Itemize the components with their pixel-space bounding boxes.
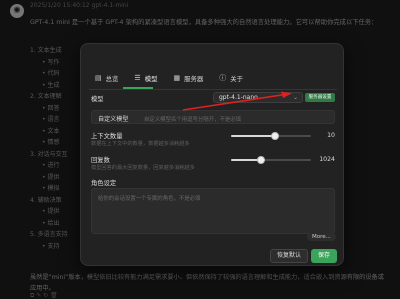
settings-dialog: ▤ 总览 ☰ 模型 ▦ 服务器 ⓘ 关于 模型 gpt-4.1-nano ⌄ 服… [80,43,344,266]
save-button[interactable]: 保存 [311,249,337,263]
reply-slider-thumb[interactable] [257,156,266,164]
tab-label: 服务器 [184,74,204,83]
more-button[interactable]: More... [307,233,336,241]
custom-model-field[interactable]: 自定义模型 自定义模型名个用逗号分隔开，不是必填 [91,110,335,124]
reply-count-label: 回复数 [91,157,110,164]
context-count-label: 上下文数量 [91,133,123,140]
tab-label: 总览 [105,74,119,83]
info-icon: ⓘ [219,74,227,82]
tab-server[interactable]: ▦ 服务器 [167,71,209,85]
server-settings-button[interactable]: 服务器设置 [305,93,335,102]
reset-default-button[interactable]: 恢复默认 [270,249,308,263]
context-count-slider[interactable] [231,132,311,140]
tab-about[interactable]: ⓘ 关于 [213,71,249,85]
model-select-value: gpt-4.1-nano [219,94,258,101]
custom-model-label: 自定义模型 [98,116,129,123]
reply-count-value: 1024 [319,156,335,163]
model-select[interactable]: gpt-4.1-nano ⌄ [213,92,303,103]
role-placeholder: 给你的会话设置一个专属的角色，不是必填 [98,196,201,202]
role-textarea[interactable]: 给你的会话设置一个专属的角色，不是必填 [91,188,335,234]
reply-count-slider[interactable] [231,156,311,164]
chevron-down-icon: ⌄ [292,94,298,101]
tab-overview[interactable]: ▤ 总览 [89,71,124,85]
model-label: 模型 [91,96,104,103]
context-count-hint: 数据在上下文中的数量，数据越多消耗越多 [91,141,190,147]
context-count-value: 10 [327,132,335,139]
tab-label: 模型 [144,74,158,83]
sliders-icon: ☰ [134,74,141,82]
tab-model[interactable]: ☰ 模型 [128,71,163,85]
tab-label: 关于 [230,74,244,83]
server-icon: ▦ [173,74,181,82]
context-slider-thumb[interactable] [271,132,279,140]
context-slider-fill [231,135,275,137]
file-icon: ▤ [95,74,102,82]
settings-tabs: ▤ 总览 ☰ 模型 ▦ 服务器 ⓘ 关于 [89,71,249,85]
reply-count-hint: 模型回答的最大回复数量，回复越多消耗越多 [91,165,195,171]
role-label: 角色设定 [91,180,117,187]
custom-model-placeholder: 自定义模型名个用逗号分隔开，不是必填 [144,116,242,123]
tabs-divider [89,89,337,90]
